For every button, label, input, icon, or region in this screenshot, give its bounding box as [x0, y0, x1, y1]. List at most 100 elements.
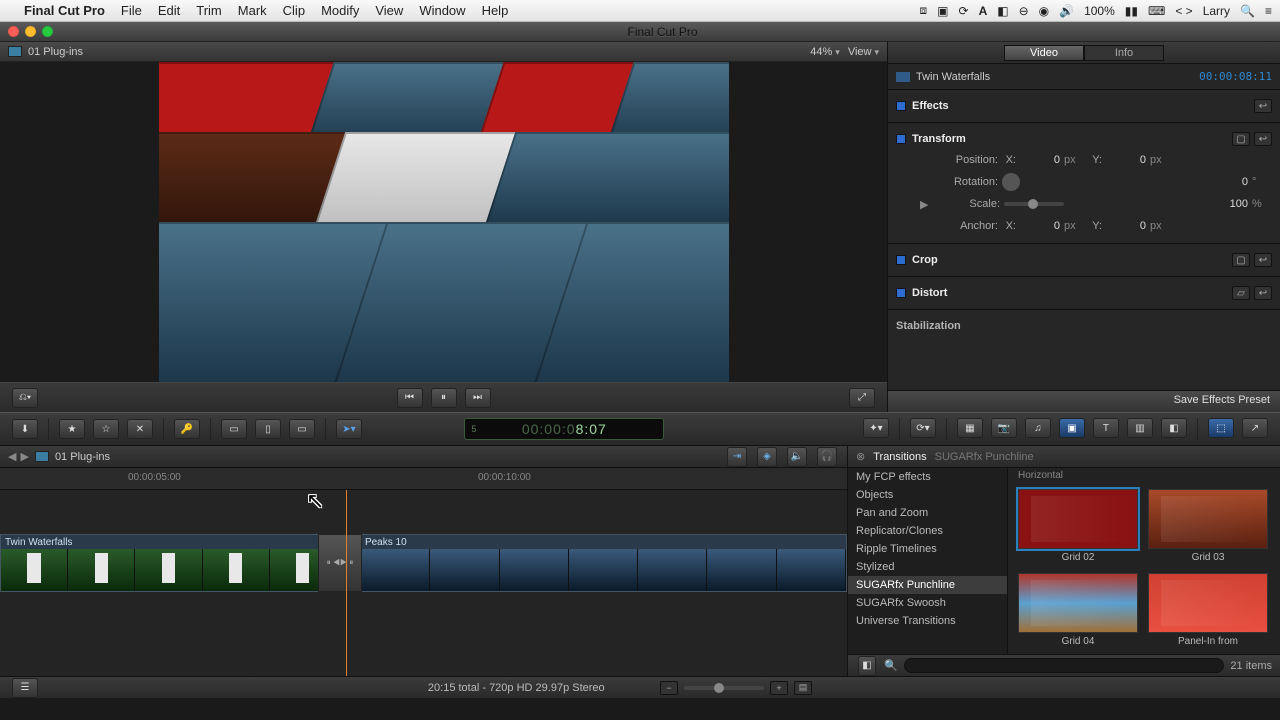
- themes-browser-button[interactable]: ◧: [1161, 418, 1187, 438]
- clip-twin-waterfalls[interactable]: Twin Waterfalls: [0, 534, 338, 592]
- adobe-icon[interactable]: A: [979, 4, 988, 18]
- clip-appearance-button[interactable]: ▤: [794, 681, 812, 695]
- screenflow-icon[interactable]: ▣: [937, 4, 948, 18]
- unrate-button[interactable]: ☆: [93, 419, 119, 439]
- play-pause-button[interactable]: ⏸: [431, 388, 457, 408]
- menu-file[interactable]: File: [121, 3, 142, 18]
- scale-slider[interactable]: [1004, 202, 1064, 206]
- menu-help[interactable]: Help: [482, 3, 509, 18]
- photos-browser-button[interactable]: 📷: [991, 418, 1017, 438]
- wifi-icon[interactable]: ⊖: [1019, 4, 1029, 18]
- category-item[interactable]: Pan and Zoom: [848, 504, 1007, 522]
- category-item[interactable]: Stylized: [848, 558, 1007, 576]
- crop-checkbox-icon[interactable]: [896, 255, 906, 265]
- app-menu[interactable]: Final Cut Pro: [24, 3, 105, 18]
- timeline-index-button[interactable]: ☰: [12, 678, 38, 698]
- skimming-button[interactable]: ◈: [757, 447, 777, 467]
- retime-menu-button[interactable]: ⎌▾: [12, 388, 38, 408]
- category-item[interactable]: Replicator/Clones: [848, 522, 1007, 540]
- timeline-history-back-button[interactable]: ◀: [8, 450, 16, 463]
- menu-mark[interactable]: Mark: [238, 3, 267, 18]
- sync-icon[interactable]: ⟳: [959, 4, 969, 18]
- menu-trim[interactable]: Trim: [196, 3, 222, 18]
- reject-button[interactable]: ✕: [127, 419, 153, 439]
- viewer-view-menu[interactable]: View: [848, 46, 879, 58]
- snapping-button[interactable]: ⇥: [727, 447, 747, 467]
- browser-crumb-category[interactable]: SUGARfx Punchline: [935, 451, 1034, 463]
- evernote-icon[interactable]: ◧: [997, 4, 1008, 18]
- section-crop[interactable]: Crop ▢↩: [888, 244, 1280, 277]
- transition-thumb[interactable]: Grid 04: [1018, 573, 1138, 647]
- menu-modify[interactable]: Modify: [321, 3, 359, 18]
- tab-video[interactable]: Video: [1004, 45, 1084, 61]
- tool-select-button[interactable]: ➤▾: [336, 419, 362, 439]
- favorite-button[interactable]: ★: [59, 419, 85, 439]
- transition-thumb[interactable]: Grid 02: [1018, 489, 1138, 563]
- battery-icon[interactable]: ▮▮: [1125, 4, 1138, 18]
- section-stabilization[interactable]: Stabilization: [888, 310, 1280, 342]
- category-item[interactable]: SUGARfx Swoosh: [848, 594, 1007, 612]
- transition-clip[interactable]: ⏸ ◀▶ ⏸: [318, 534, 362, 592]
- distort-onscreen-button[interactable]: ▱: [1232, 286, 1250, 300]
- transform-reset-button[interactable]: ↩: [1254, 132, 1272, 146]
- save-effects-preset-button[interactable]: Save Effects Preset: [888, 390, 1280, 412]
- browser-layout-button[interactable]: ◧: [858, 656, 876, 676]
- dropbox-icon[interactable]: ⧈: [920, 3, 928, 18]
- fullscreen-button[interactable]: ⤢: [849, 388, 875, 408]
- tab-info[interactable]: Info: [1084, 45, 1164, 61]
- insert-clip-button[interactable]: ▯: [255, 419, 281, 439]
- window-minimize-button[interactable]: [25, 26, 36, 37]
- spotlight-icon[interactable]: 🔍: [1240, 4, 1255, 18]
- effects-checkbox-icon[interactable]: [896, 101, 906, 111]
- scale-value[interactable]: 100: [1230, 198, 1248, 210]
- library-browser-button[interactable]: ▦: [957, 418, 983, 438]
- transition-thumb[interactable]: Panel-In from: [1148, 573, 1268, 647]
- anchor-y-value[interactable]: 0: [1106, 220, 1146, 232]
- position-y-value[interactable]: 0: [1106, 154, 1146, 166]
- next-frame-button[interactable]: ⏭: [465, 388, 491, 408]
- nav-icon[interactable]: < >: [1175, 4, 1192, 18]
- menu-clip[interactable]: Clip: [283, 3, 305, 18]
- transform-checkbox-icon[interactable]: [896, 134, 906, 144]
- browser-close-icon[interactable]: ⊗: [856, 450, 865, 463]
- transform-onscreen-button[interactable]: ▢: [1232, 132, 1250, 146]
- crop-reset-button[interactable]: ↩: [1254, 253, 1272, 267]
- wifi-signal-icon[interactable]: ◉: [1039, 4, 1049, 18]
- category-item[interactable]: Objects: [848, 486, 1007, 504]
- clip-peaks-10[interactable]: Peaks 10: [360, 534, 847, 592]
- zoom-slider[interactable]: [684, 686, 764, 690]
- solo-button[interactable]: 🎧: [817, 447, 837, 467]
- viewer-zoom[interactable]: 44%: [810, 46, 840, 58]
- keyword-button[interactable]: 🔑: [174, 419, 200, 439]
- keyboard-icon[interactable]: ⌨: [1148, 4, 1165, 18]
- volume-icon[interactable]: 🔊: [1059, 4, 1074, 18]
- menu-edit[interactable]: Edit: [158, 3, 180, 18]
- user-name[interactable]: Larry: [1203, 4, 1230, 18]
- category-item[interactable]: Universe Transitions: [848, 612, 1007, 630]
- timecode-display[interactable]: 5 00:00:08:07: [464, 418, 664, 440]
- share-button[interactable]: ↗: [1242, 418, 1268, 438]
- append-clip-button[interactable]: ▭: [289, 419, 315, 439]
- menu-window[interactable]: Window: [419, 3, 465, 18]
- prev-frame-button[interactable]: ⏮: [397, 388, 423, 408]
- audio-skimming-button[interactable]: 🔈: [787, 447, 807, 467]
- transition-thumb[interactable]: Grid 03: [1148, 489, 1268, 563]
- connect-clip-button[interactable]: ▭: [221, 419, 247, 439]
- category-item-selected[interactable]: SUGARfx Punchline: [848, 576, 1007, 594]
- timeline-tracks[interactable]: ↖ Twin Waterfalls Peaks 10 ⏸ ◀▶ ⏸: [0, 490, 847, 676]
- crop-onscreen-button[interactable]: ▢: [1232, 253, 1250, 267]
- position-x-value[interactable]: 0: [1020, 154, 1060, 166]
- scale-disclosure-icon[interactable]: ▶: [920, 198, 930, 211]
- timeline-history-fwd-button[interactable]: ▶: [20, 450, 28, 463]
- distort-checkbox-icon[interactable]: [896, 288, 906, 298]
- category-item[interactable]: Ripple Timelines: [848, 540, 1007, 558]
- timeline-ruler[interactable]: 00:00:05:00 00:00:10:00: [0, 468, 847, 490]
- window-close-button[interactable]: [8, 26, 19, 37]
- category-item[interactable]: My FCP effects: [848, 468, 1007, 486]
- transitions-browser-button[interactable]: ▣: [1059, 418, 1085, 438]
- browser-crumb-root[interactable]: Transitions: [873, 451, 926, 463]
- playhead[interactable]: [346, 490, 347, 676]
- distort-reset-button[interactable]: ↩: [1254, 286, 1272, 300]
- section-effects[interactable]: Effects ↩: [888, 90, 1280, 123]
- viewer-canvas[interactable]: [0, 62, 887, 382]
